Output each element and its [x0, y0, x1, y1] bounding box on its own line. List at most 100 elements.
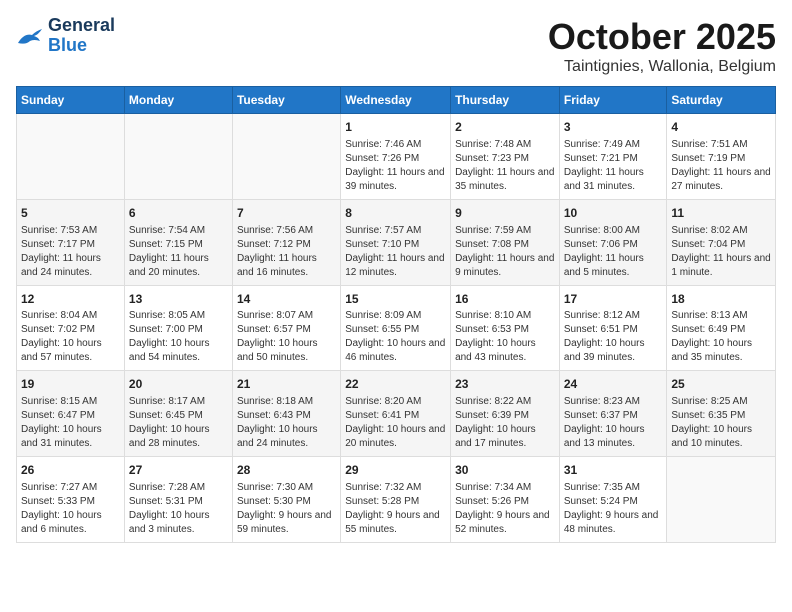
calendar-cell: 31Sunrise: 7:35 AM Sunset: 5:24 PM Dayli…	[559, 457, 667, 543]
calendar-cell: 23Sunrise: 8:22 AM Sunset: 6:39 PM Dayli…	[451, 371, 560, 457]
cell-info: Sunrise: 7:32 AM Sunset: 5:28 PM Dayligh…	[345, 481, 446, 537]
col-header-wednesday: Wednesday	[341, 87, 451, 114]
calendar-cell	[17, 114, 125, 200]
day-number: 12	[21, 291, 120, 308]
calendar-cell: 25 Sunrise: 8:25 AM Sunset: 6:35 PM Dayli…	[667, 371, 776, 457]
col-header-saturday: Saturday	[667, 87, 776, 114]
subtitle: Taintignies, Wallonia, Belgium	[548, 58, 776, 76]
calendar-table: SundayMondayTuesdayWednesdayThursdayFrid…	[16, 86, 776, 543]
col-header-thursday: Thursday	[451, 87, 560, 114]
title-section: October 2025 Taintignies, Wallonia, Belg…	[548, 16, 776, 76]
month-title: October 2025	[548, 16, 776, 58]
week-row-2: 5 Sunrise: 7:53 AM Sunset: 7:17 PM Daylig…	[17, 199, 776, 285]
day-number: 14	[237, 291, 336, 308]
cell-info: Sunrise: 7:30 AM Sunset: 5:30 PM Dayligh…	[237, 481, 336, 537]
day-number: 5	[21, 205, 120, 222]
calendar-cell: 28 Sunrise: 7:30 AM Sunset: 5:30 PM Dayli…	[232, 457, 340, 543]
day-number: 23	[455, 376, 555, 393]
calendar-cell: 8 Sunrise: 7:57 AM Sunset: 7:10 PM Daylig…	[341, 199, 451, 285]
calendar-cell: 7 Sunrise: 7:56 AM Sunset: 7:12 PM Daylig…	[232, 199, 340, 285]
calendar-cell: 3 Sunrise: 7:49 AM Sunset: 7:21 PM Daylig…	[559, 114, 667, 200]
calendar-cell: 11 Sunrise: 8:02 AM Sunset: 7:04 PM Dayli…	[667, 199, 776, 285]
day-number: 27	[129, 462, 228, 479]
cell-info: Sunrise: 8:13 AM Sunset: 6:49 PM Dayligh…	[671, 309, 771, 365]
day-number: 3	[564, 119, 663, 136]
cell-info: Sunrise: 8:05 AM Sunset: 7:00 PM Dayligh…	[129, 309, 228, 365]
col-header-tuesday: Tuesday	[232, 87, 340, 114]
cell-info: Sunrise: 7:59 AM Sunset: 7:08 PM Dayligh…	[455, 224, 555, 280]
day-number: 25	[671, 376, 771, 393]
calendar-cell: 27 Sunrise: 7:28 AM Sunset: 5:31 PM Dayli…	[124, 457, 232, 543]
cell-info: Sunrise: 8:12 AM Sunset: 6:51 PM Dayligh…	[564, 309, 663, 365]
cell-info: Sunrise: 8:00 AM Sunset: 7:06 PM Dayligh…	[564, 224, 663, 280]
logo-text: General Blue	[48, 16, 115, 56]
cell-info: Sunrise: 7:49 AM Sunset: 7:21 PM Dayligh…	[564, 138, 663, 194]
cell-info: Sunrise: 7:56 AM Sunset: 7:12 PM Dayligh…	[237, 224, 336, 280]
calendar-cell: 26 Sunrise: 7:27 AM Sunset: 5:33 PM Dayli…	[17, 457, 125, 543]
calendar-cell: 29 Sunrise: 7:32 AM Sunset: 5:28 PM Dayli…	[341, 457, 451, 543]
day-number: 20	[129, 376, 228, 393]
cell-info: Sunrise: 8:15 AM Sunset: 6:47 PM Dayligh…	[21, 395, 120, 451]
cell-info: Sunrise: 8:02 AM Sunset: 7:04 PM Dayligh…	[671, 224, 771, 280]
week-row-4: 19 Sunrise: 8:15 AM Sunset: 6:47 PM Dayli…	[17, 371, 776, 457]
calendar-cell: 21 Sunrise: 8:18 AM Sunset: 6:43 PM Dayli…	[232, 371, 340, 457]
week-row-1: 1Sunrise: 7:46 AM Sunset: 7:26 PM Daylig…	[17, 114, 776, 200]
header-row: SundayMondayTuesdayWednesdayThursdayFrid…	[17, 87, 776, 114]
calendar-cell: 30 Sunrise: 7:34 AM Sunset: 5:26 PM Dayli…	[451, 457, 560, 543]
cell-info: Sunrise: 7:28 AM Sunset: 5:31 PM Dayligh…	[129, 481, 228, 537]
calendar-cell: 24Sunrise: 8:23 AM Sunset: 6:37 PM Dayli…	[559, 371, 667, 457]
cell-info: Sunrise: 7:27 AM Sunset: 5:33 PM Dayligh…	[21, 481, 120, 537]
day-number: 16	[455, 291, 555, 308]
day-number: 31	[564, 462, 663, 479]
logo: General Blue	[16, 16, 115, 56]
col-header-friday: Friday	[559, 87, 667, 114]
cell-info: Sunrise: 8:25 AM Sunset: 6:35 PM Dayligh…	[671, 395, 771, 451]
day-number: 29	[345, 462, 446, 479]
cell-info: Sunrise: 7:57 AM Sunset: 7:10 PM Dayligh…	[345, 224, 446, 280]
cell-info: Sunrise: 7:34 AM Sunset: 5:26 PM Dayligh…	[455, 481, 555, 537]
day-number: 22	[345, 376, 446, 393]
cell-info: Sunrise: 8:04 AM Sunset: 7:02 PM Dayligh…	[21, 309, 120, 365]
cell-info: Sunrise: 7:53 AM Sunset: 7:17 PM Dayligh…	[21, 224, 120, 280]
day-number: 19	[21, 376, 120, 393]
calendar-cell: 15Sunrise: 8:09 AM Sunset: 6:55 PM Dayli…	[341, 285, 451, 371]
calendar-cell: 13Sunrise: 8:05 AM Sunset: 7:00 PM Dayli…	[124, 285, 232, 371]
day-number: 10	[564, 205, 663, 222]
day-number: 30	[455, 462, 555, 479]
calendar-cell: 22 Sunrise: 8:20 AM Sunset: 6:41 PM Dayli…	[341, 371, 451, 457]
day-number: 8	[345, 205, 446, 222]
calendar-cell	[124, 114, 232, 200]
day-number: 17	[564, 291, 663, 308]
calendar-cell	[667, 457, 776, 543]
day-number: 24	[564, 376, 663, 393]
day-number: 11	[671, 205, 771, 222]
calendar-cell: 2Sunrise: 7:48 AM Sunset: 7:23 PM Daylig…	[451, 114, 560, 200]
calendar-cell: 18Sunrise: 8:13 AM Sunset: 6:49 PM Dayli…	[667, 285, 776, 371]
calendar-cell: 17Sunrise: 8:12 AM Sunset: 6:51 PM Dayli…	[559, 285, 667, 371]
cell-info: Sunrise: 7:46 AM Sunset: 7:26 PM Dayligh…	[345, 138, 446, 194]
cell-info: Sunrise: 7:51 AM Sunset: 7:19 PM Dayligh…	[671, 138, 771, 194]
week-row-5: 26 Sunrise: 7:27 AM Sunset: 5:33 PM Dayli…	[17, 457, 776, 543]
cell-info: Sunrise: 8:07 AM Sunset: 6:57 PM Dayligh…	[237, 309, 336, 365]
calendar-cell: 20 Sunrise: 8:17 AM Sunset: 6:45 PM Dayli…	[124, 371, 232, 457]
day-number: 21	[237, 376, 336, 393]
day-number: 6	[129, 205, 228, 222]
calendar-cell: 10 Sunrise: 8:00 AM Sunset: 7:06 PM Dayli…	[559, 199, 667, 285]
cell-info: Sunrise: 8:20 AM Sunset: 6:41 PM Dayligh…	[345, 395, 446, 451]
day-number: 7	[237, 205, 336, 222]
calendar-cell: 14Sunrise: 8:07 AM Sunset: 6:57 PM Dayli…	[232, 285, 340, 371]
logo-bird-icon	[16, 25, 44, 47]
cell-info: Sunrise: 8:17 AM Sunset: 6:45 PM Dayligh…	[129, 395, 228, 451]
day-number: 26	[21, 462, 120, 479]
week-row-3: 12Sunrise: 8:04 AM Sunset: 7:02 PM Dayli…	[17, 285, 776, 371]
day-number: 13	[129, 291, 228, 308]
cell-info: Sunrise: 7:48 AM Sunset: 7:23 PM Dayligh…	[455, 138, 555, 194]
calendar-cell: 9Sunrise: 7:59 AM Sunset: 7:08 PM Daylig…	[451, 199, 560, 285]
day-number: 4	[671, 119, 771, 136]
cell-info: Sunrise: 8:18 AM Sunset: 6:43 PM Dayligh…	[237, 395, 336, 451]
cell-info: Sunrise: 8:10 AM Sunset: 6:53 PM Dayligh…	[455, 309, 555, 365]
calendar-cell: 1Sunrise: 7:46 AM Sunset: 7:26 PM Daylig…	[341, 114, 451, 200]
calendar-cell: 16Sunrise: 8:10 AM Sunset: 6:53 PM Dayli…	[451, 285, 560, 371]
cell-info: Sunrise: 7:54 AM Sunset: 7:15 PM Dayligh…	[129, 224, 228, 280]
day-number: 28	[237, 462, 336, 479]
